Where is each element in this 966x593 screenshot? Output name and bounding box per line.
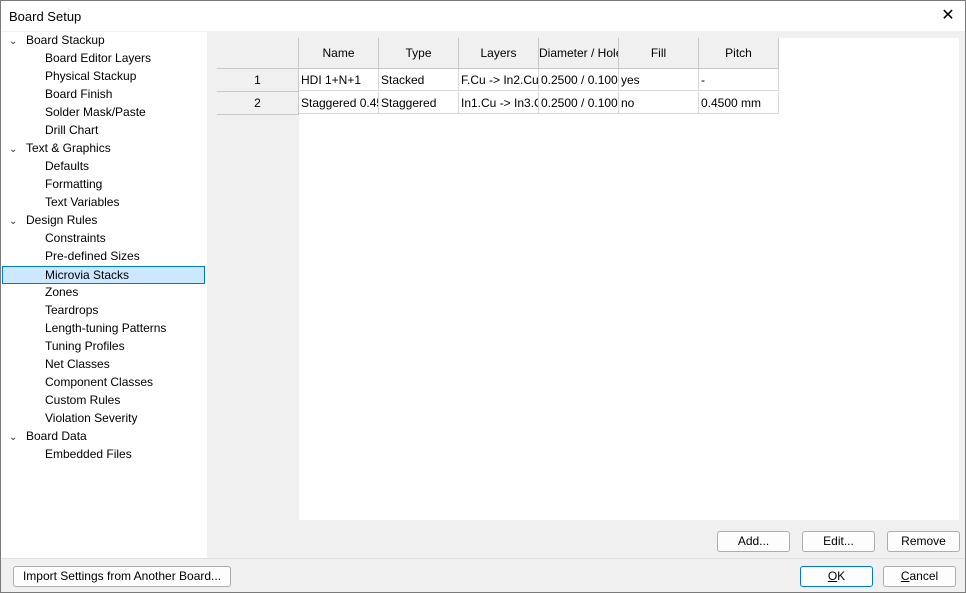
tree-item[interactable]: Board Finish [45,86,112,103]
tree-item-label: Zones [45,285,79,299]
import-settings-button[interactable]: Import Settings from Another Board... [13,566,231,587]
cancel-label-rest: ancel [909,569,939,583]
tree-item[interactable]: Drill Chart [45,122,98,139]
cancel-button[interactable]: Cancel [883,566,956,587]
tree-item-label: Physical Stackup [45,69,137,83]
table-cell[interactable]: no [619,92,699,114]
tree-item-label: Board Stackup [26,33,105,47]
tree-item-label: Violation Severity [45,411,138,425]
tree-item[interactable]: Length-tuning Patterns [45,320,166,337]
table-cell[interactable]: yes [619,69,699,91]
column-header[interactable]: Type [379,38,459,69]
remove-button[interactable]: Remove [887,531,960,552]
tree-item[interactable]: Microvia Stacks [2,266,205,284]
close-icon[interactable]: ✕ [937,5,959,27]
tree-item[interactable]: Constraints [45,230,106,247]
tree-item[interactable]: Violation Severity [45,410,138,427]
tree-item-label: Text & Graphics [26,141,111,155]
tree-item-label: Formatting [45,177,103,191]
tree-item-label: Board Data [26,429,87,443]
chevron-down-icon[interactable]: ⌄ [9,33,21,50]
grid-corner [217,38,299,69]
tree-item-label: Microvia Stacks [45,268,130,282]
tree-group[interactable]: ⌄ Board Data [9,428,87,445]
tree-item[interactable]: Formatting [45,176,102,193]
column-header[interactable]: Fill [619,38,699,69]
column-header[interactable]: Layers [459,38,539,69]
column-header[interactable]: Name [299,38,379,69]
tree-item-label: Text Variables [45,195,120,209]
tree-item-label: Teardrops [45,303,99,317]
tree-group[interactable]: ⌄ Design Rules [9,212,97,229]
tree-item[interactable]: Tuning Profiles [45,338,125,355]
tree-item-label: Constraints [45,231,106,245]
row-header[interactable]: 2 [217,92,299,115]
tree-item[interactable]: Embedded Files [45,446,132,463]
title-bar: Board Setup ✕ [1,1,965,31]
edit-button[interactable]: Edit... [802,531,875,552]
tree-item-label: Net Classes [45,357,110,371]
tree-item[interactable]: Text Variables [45,194,119,211]
table-cell[interactable]: 0.2500 / 0.1000 [539,92,619,114]
table-cell[interactable]: 0.4500 mm [699,92,779,114]
tree-item-label: Pre-defined Sizes [45,249,140,263]
tree-item-label: Tuning Profiles [45,339,125,353]
settings-tree: ⌄ Board Stackup Board Editor Layers Physica… [1,32,207,558]
tree-item[interactable]: Pre-defined Sizes [45,248,140,265]
table-cell[interactable]: 0.2500 / 0.1000 [539,69,619,91]
ok-label-rest: K [837,569,846,583]
ok-button[interactable]: OK [800,566,873,587]
table-cell[interactable]: - [699,69,779,91]
column-header[interactable]: Pitch [699,38,779,69]
row-header[interactable]: 1 [217,69,299,92]
tree-item[interactable]: Component Classes [45,374,153,391]
ok-mnemonic: O [827,569,838,583]
tree-item-label: Defaults [45,159,90,173]
tree-item[interactable]: Custom Rules [45,392,120,409]
tree-group[interactable]: ⌄ Text & Graphics [9,140,111,157]
table-cell[interactable]: HDI 1+N+1 [299,69,379,91]
tree-item-label: Component Classes [45,375,154,389]
tree-item[interactable]: Board Editor Layers [45,50,151,67]
tree-item-label: Solder Mask/Paste [45,105,146,119]
tree-group[interactable]: ⌄ Board Stackup [9,32,105,49]
tree-item-label: Design Rules [26,213,98,227]
board-setup-dialog: Board Setup ✕ ⌄ Board Stackup Board Editor… [0,0,966,593]
tree-item[interactable]: Solder Mask/Paste [45,104,146,121]
tree-item-label: Embedded Files [45,447,132,461]
column-header[interactable]: Diameter / Hole [539,38,619,69]
tree-item[interactable]: Defaults [45,158,89,175]
tree-item-label: Custom Rules [45,393,121,407]
table-cell[interactable]: Staggered 0.45 [299,92,379,114]
chevron-down-icon[interactable]: ⌄ [9,141,21,158]
tree-item-label: Board Finish [45,87,113,101]
tree-item-label: Drill Chart [45,123,99,137]
table-cell[interactable]: F.Cu -> In2.Cu [459,69,539,91]
table-cell[interactable]: Stacked [379,69,459,91]
tree-item-label: Length-tuning Patterns [45,321,167,335]
tree-item-label: Board Editor Layers [45,51,152,65]
chevron-down-icon[interactable]: ⌄ [9,213,21,230]
divider [1,558,965,559]
chevron-down-icon[interactable]: ⌄ [9,429,21,446]
table-cell[interactable]: Staggered [379,92,459,114]
tree-item[interactable]: Net Classes [45,356,110,373]
table-cell[interactable]: In1.Cu -> In3.Cu [459,92,539,114]
add-button[interactable]: Add... [717,531,790,552]
tree-item[interactable]: Teardrops [45,302,98,319]
tree-item[interactable]: Physical Stackup [45,68,136,85]
window-title: Board Setup [9,9,82,24]
tree-item[interactable]: Zones [45,284,78,301]
